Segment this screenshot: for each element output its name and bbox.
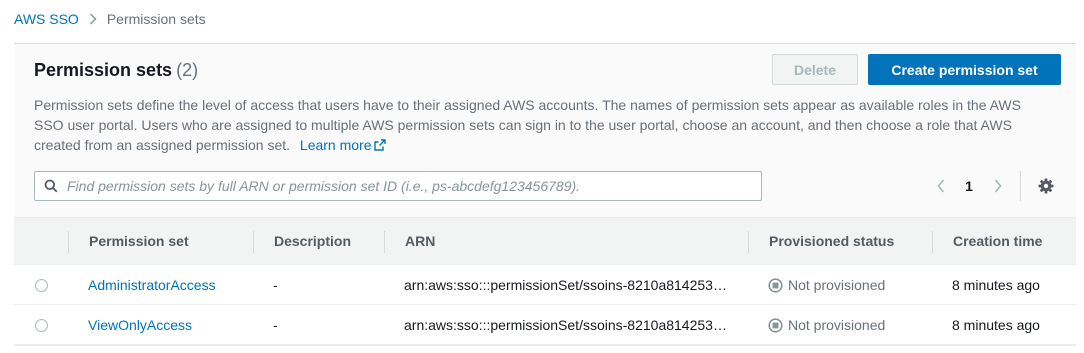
- permission-set-name-link[interactable]: ViewOnlyAccess: [88, 305, 192, 345]
- arn-cell: arn:aws:sso:::permissionSet/ssoins-8210a…: [404, 277, 727, 293]
- row-select-radio[interactable]: [35, 319, 48, 332]
- column-header-arn[interactable]: ARN: [405, 218, 435, 264]
- not-provisioned-icon: [768, 317, 783, 333]
- column-header-provisioned-status[interactable]: Provisioned status: [769, 218, 894, 264]
- column-divider: [68, 231, 69, 253]
- search-box[interactable]: [34, 171, 762, 201]
- page-number[interactable]: 1: [957, 174, 981, 198]
- description-cell: -: [273, 317, 278, 333]
- creation-time-cell: 8 minutes ago: [952, 317, 1040, 333]
- search-input[interactable]: [67, 172, 757, 200]
- table-settings-button[interactable]: [1035, 175, 1057, 197]
- chevron-right-icon: [79, 13, 107, 25]
- provisioned-status-cell: Not provisioned: [768, 305, 885, 345]
- pager-divider: [1020, 171, 1021, 201]
- search-icon: [44, 179, 58, 196]
- description-text: Permission sets define the level of acce…: [34, 97, 1021, 153]
- permission-sets-panel: Permission sets (2) Delete Create permiss…: [14, 43, 1076, 346]
- breadcrumb: AWS SSO Permission sets: [14, 10, 206, 28]
- creation-time-cell: 8 minutes ago: [952, 277, 1040, 293]
- column-header-permission-set[interactable]: Permission set: [89, 218, 189, 264]
- breadcrumb-current: Permission sets: [106, 11, 206, 27]
- description-cell: -: [273, 277, 278, 293]
- arn-cell: arn:aws:sso:::permissionSet/ssoins-8210a…: [404, 317, 727, 333]
- permission-set-name-link[interactable]: AdministratorAccess: [88, 265, 216, 305]
- provisioned-status-text: Not provisioned: [788, 317, 886, 333]
- description: Permission sets define the level of acce…: [34, 95, 1044, 155]
- delete-button[interactable]: Delete: [772, 54, 858, 85]
- column-divider: [932, 231, 933, 253]
- gear-icon: [1038, 178, 1054, 194]
- row-select-radio[interactable]: [35, 279, 48, 292]
- provisioned-status-cell: Not provisioned: [768, 265, 885, 305]
- column-header-description[interactable]: Description: [274, 218, 351, 264]
- column-divider: [253, 231, 254, 253]
- next-page-button[interactable]: [987, 174, 1009, 198]
- permission-set-count: (2): [176, 60, 199, 80]
- external-link-icon: [373, 139, 386, 151]
- table-header: Permission set Description ARN Provision…: [14, 217, 1076, 265]
- provisioned-status-text: Not provisioned: [788, 277, 886, 293]
- page-title: Permission sets (2): [34, 60, 198, 81]
- learn-more-link[interactable]: Learn more: [300, 137, 386, 153]
- breadcrumb-aws-sso-link[interactable]: AWS SSO: [14, 11, 79, 27]
- chevron-right-icon: [994, 179, 1002, 193]
- previous-page-button[interactable]: [930, 174, 952, 198]
- page-title-text: Permission sets: [34, 60, 173, 80]
- column-divider: [748, 231, 749, 253]
- table-row[interactable]: AdministratorAccess - arn:aws:sso:::perm…: [14, 265, 1076, 305]
- learn-more-label[interactable]: Learn more: [300, 137, 372, 153]
- chevron-left-icon: [937, 179, 945, 193]
- create-permission-set-button[interactable]: Create permission set: [868, 54, 1061, 85]
- column-divider: [384, 231, 385, 253]
- not-provisioned-icon: [768, 277, 783, 293]
- panel-header: Permission sets (2) Delete Create permiss…: [14, 44, 1076, 217]
- column-header-creation-time[interactable]: Creation time: [953, 218, 1042, 264]
- table-row[interactable]: ViewOnlyAccess - arn:aws:sso:::permissio…: [14, 305, 1076, 345]
